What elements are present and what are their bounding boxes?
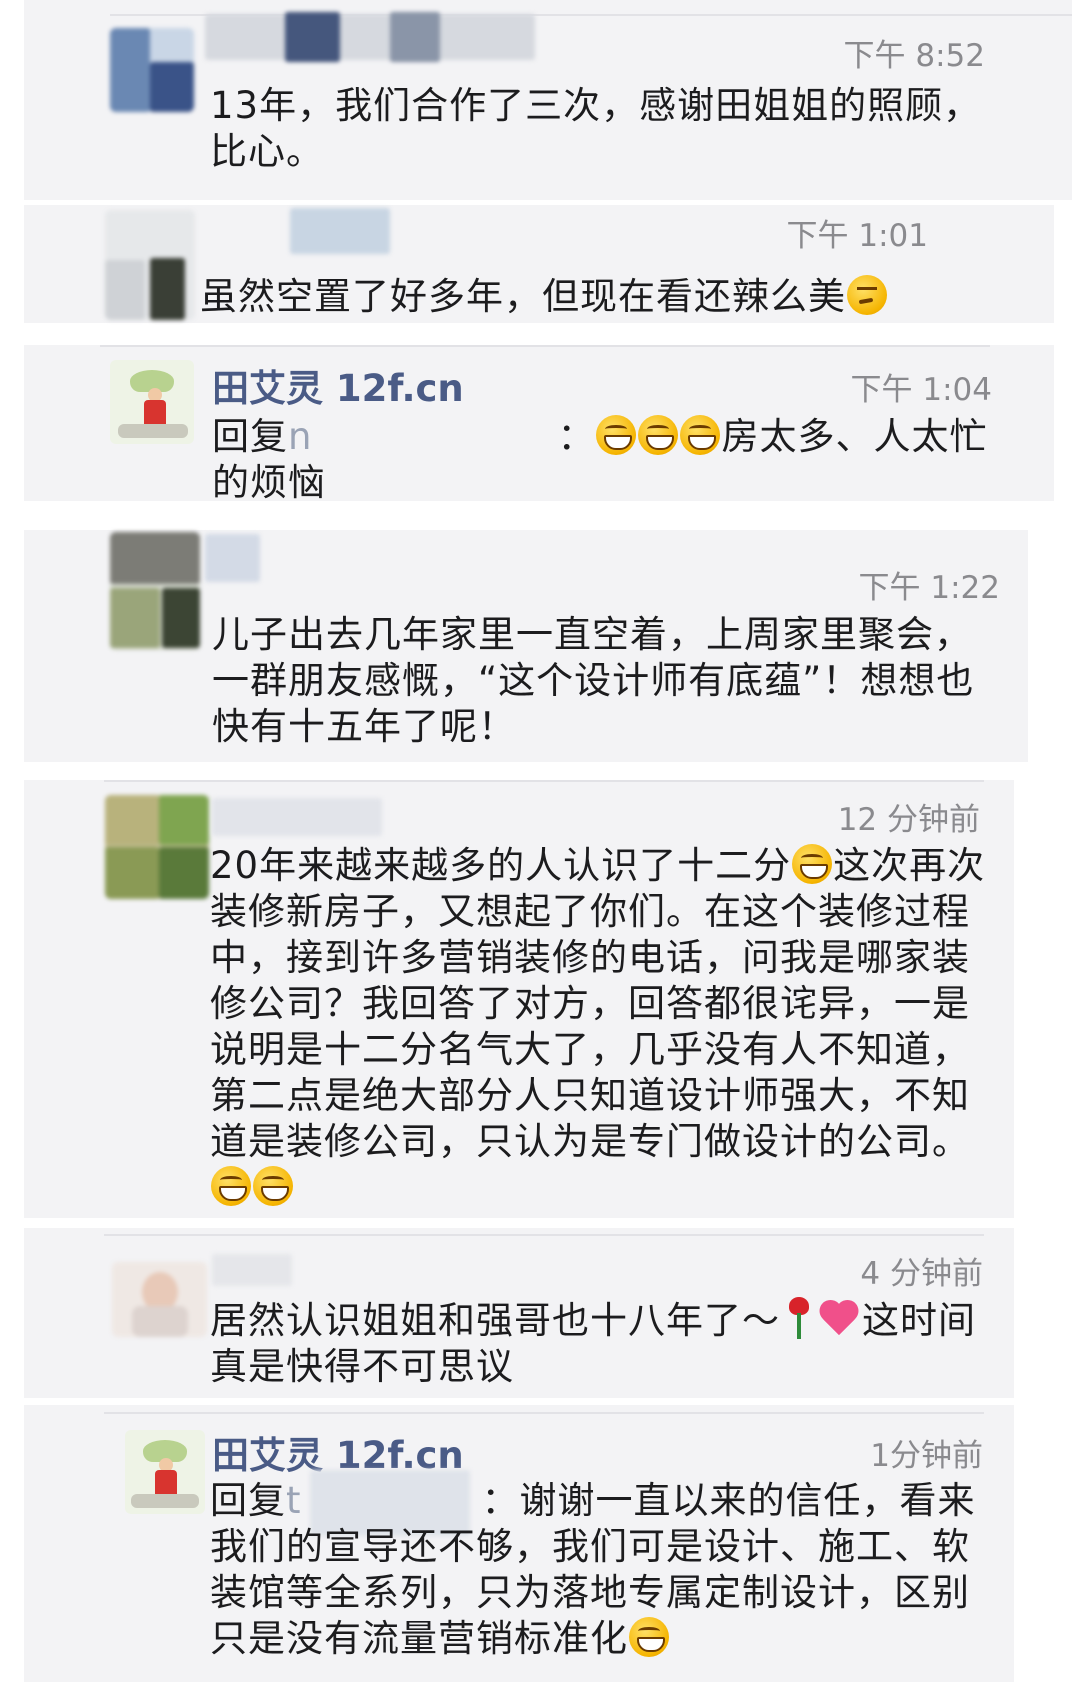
grinning-emoji-icon [638, 415, 679, 455]
comment-time: 下午 1:04 [850, 372, 992, 408]
comment-time: 下午 1:01 [786, 218, 928, 254]
author-avatar[interactable] [110, 360, 194, 444]
reply-prefix: 回复 [212, 415, 288, 458]
comment-text: 虽然空置了好多年，但现在看还辣么美 [200, 274, 960, 320]
comment-text: 回复t ：谢谢一直以来的信任，看来我们的宣导还不够，我们可是设计、施工、软装馆等全… [210, 1478, 990, 1662]
comment-text-part: 20年来越来越多的人认识了十二分 [210, 844, 792, 887]
comment-text: 儿子出去几年家里一直空着，上周家里聚会，一群朋友感慨，“这个设计师有底蕴”！想想… [212, 613, 975, 748]
redacted-reply-target [312, 417, 557, 457]
comment-time: 12 分钟前 [837, 802, 980, 838]
reply-colon: ： [557, 415, 596, 458]
comment-text-part: 居然认识姐姐和强哥也十八年了～ [210, 1299, 780, 1342]
redacted-block [390, 12, 440, 62]
redacted-block [285, 12, 340, 62]
comment-text: 居然认识姐姐和强哥也十八年了～ 这时间真是快得不可思议 [210, 1297, 990, 1390]
reply-body: 房太多、人太忙 [721, 415, 988, 458]
reply-prefix: 回复 [210, 1479, 286, 1522]
comment-time: 4 分钟前 [860, 1256, 983, 1292]
redacted-username [212, 798, 382, 836]
grinning-emoji-icon [211, 1166, 251, 1206]
author-avatar[interactable] [125, 1430, 205, 1514]
avatar[interactable] [105, 795, 209, 899]
redacted-username [205, 14, 535, 60]
comment-time: 下午 8:52 [843, 38, 985, 74]
grinning-emoji-icon [629, 1617, 669, 1657]
comment-text-body: 虽然空置了好多年，但现在看还辣么美 [200, 275, 846, 318]
author-name[interactable]: 田艾灵 12f.cn [212, 358, 464, 412]
grinning-emoji-icon [792, 844, 833, 884]
redacted-username [212, 1254, 292, 1286]
avatar[interactable] [112, 1262, 207, 1337]
reply-target-initial[interactable]: n [288, 415, 312, 458]
comment-text: 20年来越来越多的人认识了十二分 这次再次装修新房子，又想起了你们。在这个装修过程… [210, 843, 990, 1211]
comment-text: 13年，我们合作了三次，感谢田姐姐的照顾，比心。 [210, 84, 982, 173]
grinning-emoji-icon [253, 1166, 293, 1206]
avatar[interactable] [110, 28, 194, 112]
avatar[interactable] [105, 210, 195, 320]
grinning-emoji-icon [596, 415, 637, 455]
comment-text: 回复n ： 房太多、人太忙的烦恼 [212, 414, 1012, 506]
reply-target-initial[interactable]: t [286, 1479, 302, 1522]
redacted-username [205, 534, 260, 582]
rose-emoji-icon [784, 1297, 814, 1341]
divider [104, 780, 984, 782]
avatar[interactable] [110, 532, 200, 650]
divider [100, 345, 990, 347]
grinning-emoji-icon [680, 415, 721, 455]
comment-time: 下午 1:22 [858, 570, 1000, 606]
comment-time: 1分钟前 [870, 1438, 983, 1474]
reply-body-line2: 的烦恼 [212, 461, 326, 504]
thinking-emoji-icon [847, 275, 887, 315]
comment-text-part: 这次再次装修新房子，又想起了你们。在这个装修过程中，接到许多营销装修的电话，问我… [210, 844, 986, 1163]
divider [104, 1234, 984, 1236]
heart-emoji-icon [820, 1301, 860, 1337]
divider [104, 1412, 984, 1414]
redacted-gap [302, 1481, 482, 1521]
redacted-username [290, 208, 390, 254]
